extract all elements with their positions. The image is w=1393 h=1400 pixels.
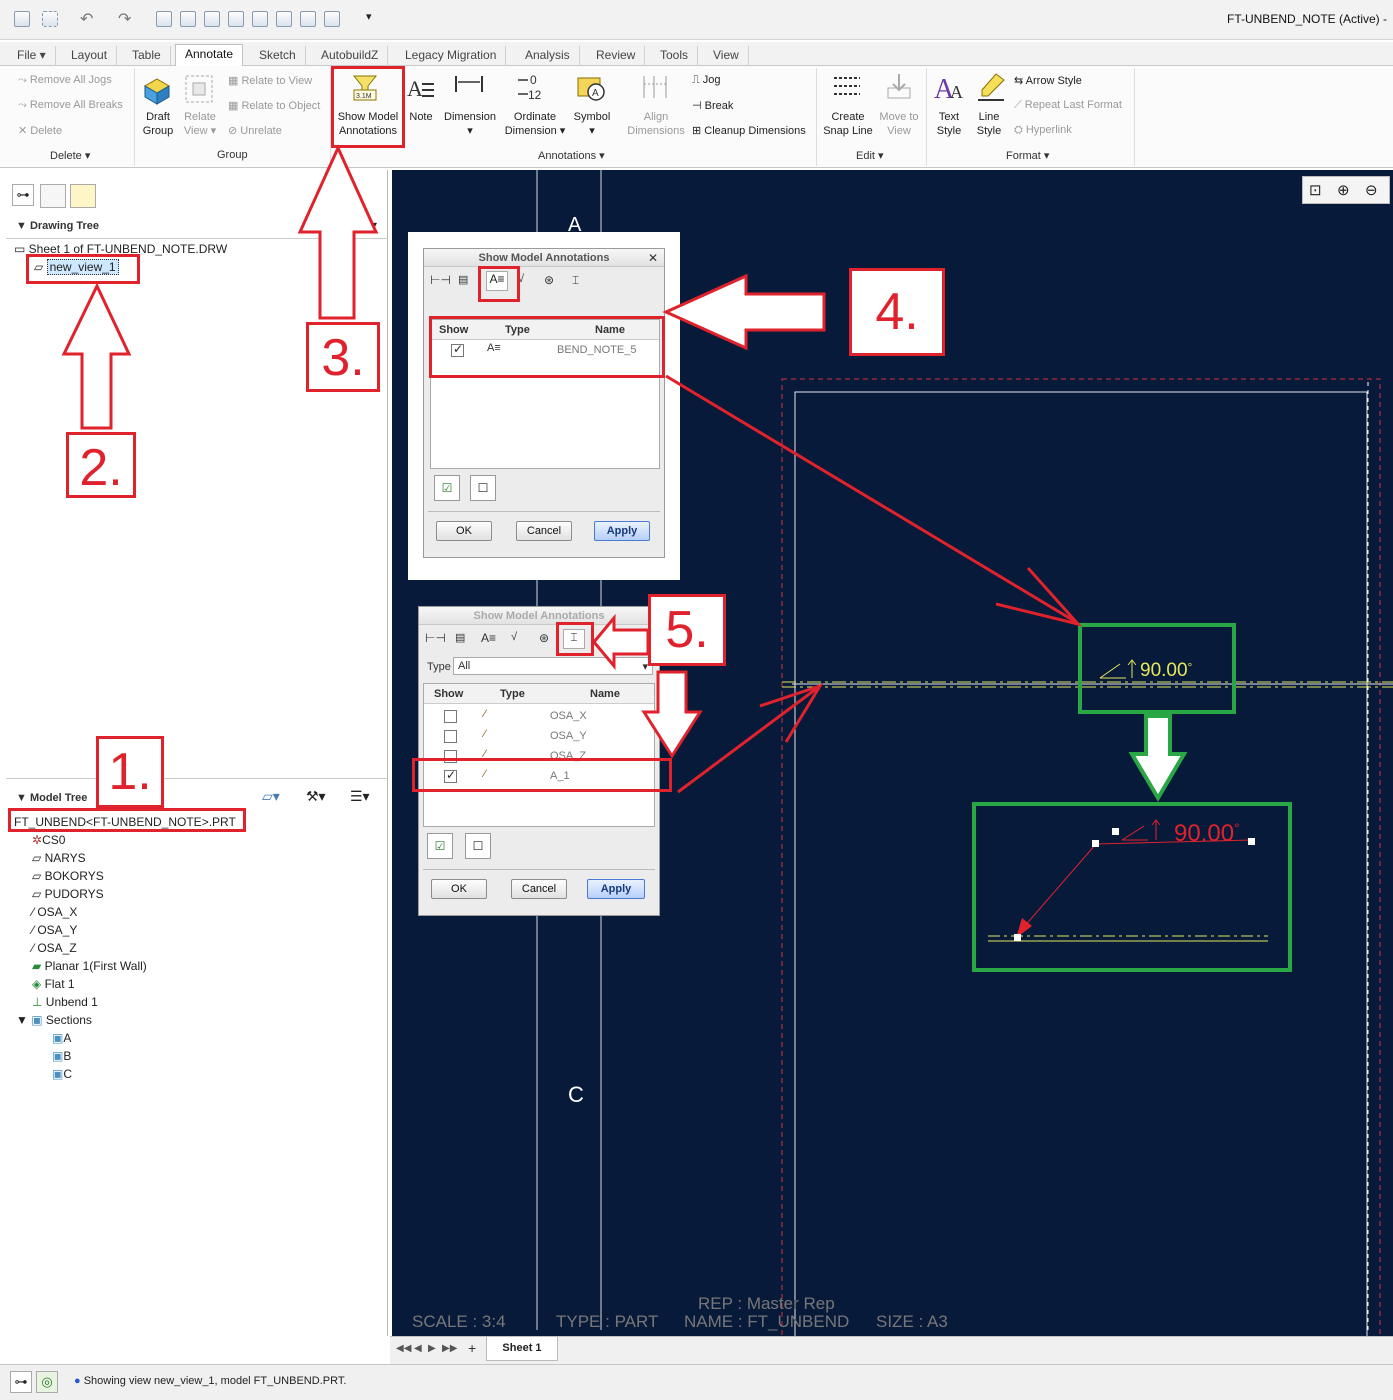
step-1-label: 1.: [96, 736, 164, 808]
status-text: Showing view new_view_1, model FT_UNBEND…: [83, 1375, 347, 1387]
highlight-note-tab: [478, 266, 520, 302]
highlight-annotation-row: [429, 316, 665, 378]
add-sheet-icon[interactable]: +: [468, 1340, 476, 1356]
sheet-nav-first-icon[interactable]: ◀◀: [396, 1343, 411, 1354]
status-message: ● Showing view new_view_1, model FT_UNBE…: [74, 1375, 346, 1387]
sheet-tab[interactable]: Sheet 1: [486, 1337, 558, 1361]
browser-toggle-icon[interactable]: ◎: [36, 1371, 58, 1393]
highlight-new-view: [26, 254, 140, 284]
highlight-datum-tab: [556, 622, 594, 656]
highlight-root-part: [8, 808, 246, 832]
step-5-label: 5.: [648, 594, 726, 666]
status-bar: ⊶ ◎ ● Showing view new_view_1, model FT_…: [0, 1364, 1393, 1400]
tutorial-arrows: [61, 144, 1083, 794]
sheet-bar: ◀◀ ◀ ▶ ▶▶ + Sheet 1: [390, 1336, 1393, 1364]
step-2-label: 2.: [66, 432, 136, 498]
sheet-nav-next-icon[interactable]: ▶: [428, 1343, 436, 1354]
sheet-nav-prev-icon[interactable]: ◀: [414, 1343, 422, 1354]
navigator-toggle-icon[interactable]: ⊶: [10, 1371, 32, 1393]
status-dot-icon: ●: [74, 1375, 84, 1387]
highlight-show-model-annotations: [331, 66, 405, 148]
highlight-a1-row: [412, 758, 672, 792]
step-4-label: 4.: [849, 268, 945, 356]
sheet-nav-last-icon[interactable]: ▶▶: [442, 1343, 457, 1354]
step-3-label: 3.: [306, 322, 380, 392]
